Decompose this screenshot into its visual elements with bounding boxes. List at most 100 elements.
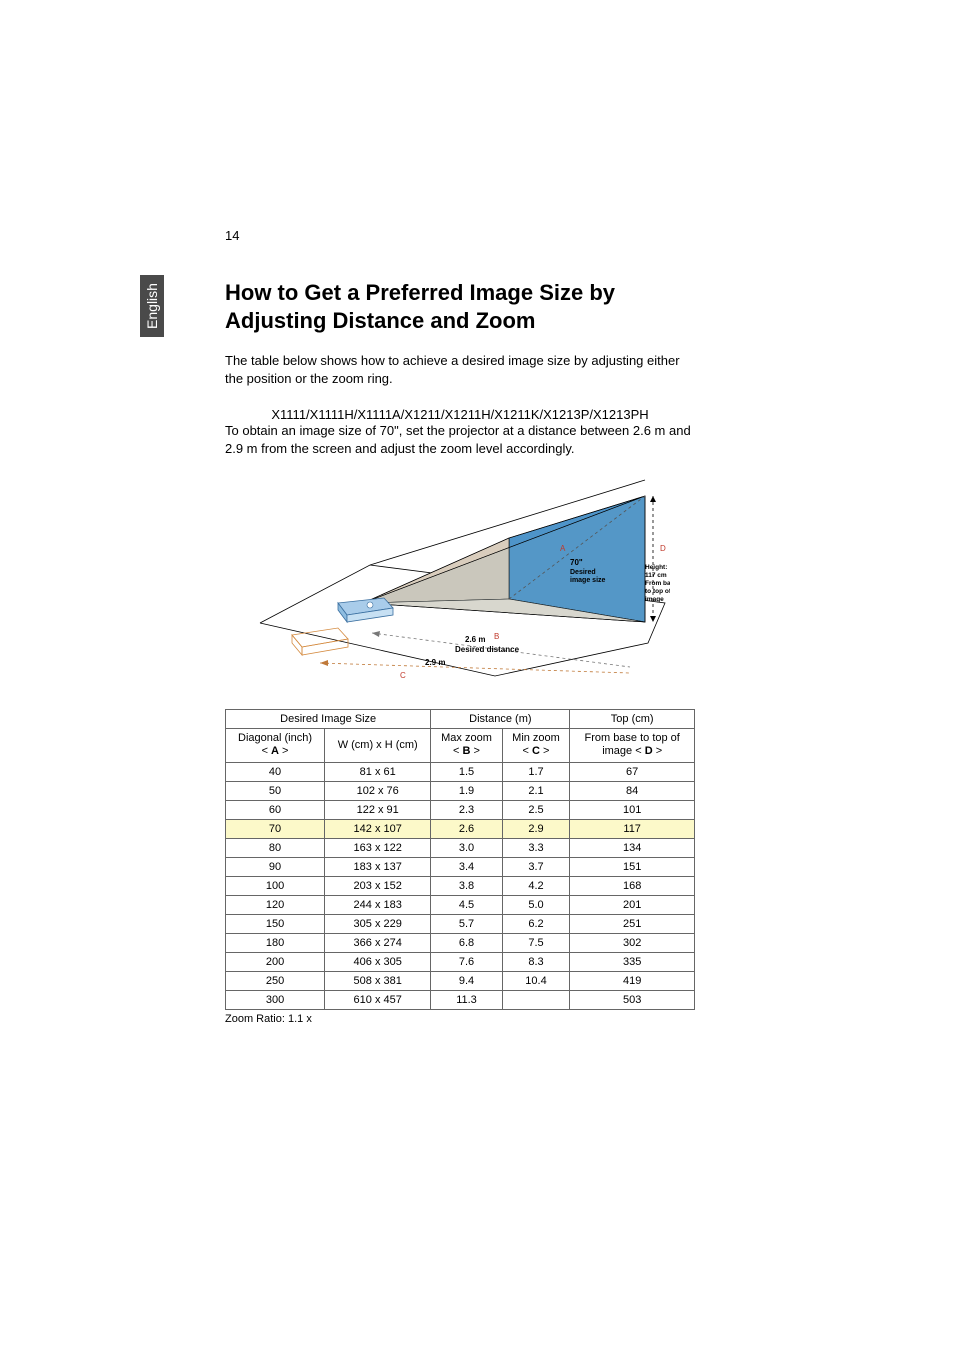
cell-top: 503	[570, 990, 695, 1009]
intro-text: The table below shows how to achieve a d…	[225, 352, 695, 387]
th-desired: Desired Image Size	[226, 710, 431, 729]
cell-min: 10.4	[502, 971, 570, 990]
cell-min: 7.5	[502, 933, 570, 952]
label-b: B	[494, 632, 499, 641]
cell-wh: 508 x 381	[325, 971, 431, 990]
example-text: To obtain an image size of 70", set the …	[225, 422, 695, 457]
table-row: 180366 x 2746.87.5302	[226, 933, 695, 952]
cell-wh: 122 x 91	[325, 800, 431, 819]
language-label: English	[144, 283, 160, 329]
cell-max: 1.5	[431, 762, 502, 781]
cell-min: 8.3	[502, 952, 570, 971]
th-top: Top (cm)	[570, 710, 695, 729]
projector-icon	[338, 598, 393, 622]
label-desired-image-1: Desired	[570, 569, 596, 576]
cell-d: 180	[226, 933, 325, 952]
cell-top: 168	[570, 876, 695, 895]
cell-top: 419	[570, 971, 695, 990]
table-row: 4081 x 611.51.767	[226, 762, 695, 781]
cell-min: 6.2	[502, 914, 570, 933]
cell-wh: 102 x 76	[325, 781, 431, 800]
cell-wh: 366 x 274	[325, 933, 431, 952]
table-body: 4081 x 611.51.76750102 x 761.92.18460122…	[226, 762, 695, 1009]
cell-top: 302	[570, 933, 695, 952]
cell-wh: 406 x 305	[325, 952, 431, 971]
height-2: 117 cm	[645, 572, 667, 579]
cell-max: 5.7	[431, 914, 502, 933]
language-tab: English	[140, 275, 164, 337]
cell-d: 100	[226, 876, 325, 895]
table-head: Desired Image Size Distance (m) Top (cm)…	[226, 710, 695, 762]
table-row: 100203 x 1523.84.2168	[226, 876, 695, 895]
zoom-ratio: Zoom Ratio: 1.1 x	[225, 1013, 695, 1025]
cell-d: 80	[226, 838, 325, 857]
table-row: 70142 x 1072.62.9117	[226, 819, 695, 838]
cell-top: 251	[570, 914, 695, 933]
cell-min: 3.3	[502, 838, 570, 857]
cell-d: 250	[226, 971, 325, 990]
desired-distance: Desired distance	[455, 645, 520, 654]
th-min: Min zoom< C >	[502, 729, 570, 762]
cell-wh: 610 x 457	[325, 990, 431, 1009]
cell-top: 84	[570, 781, 695, 800]
cell-wh: 183 x 137	[325, 857, 431, 876]
table-row: 250508 x 3819.410.4419	[226, 971, 695, 990]
cell-max: 4.5	[431, 895, 502, 914]
cell-wh: 203 x 152	[325, 876, 431, 895]
cell-wh: 244 x 183	[325, 895, 431, 914]
cell-top: 134	[570, 838, 695, 857]
cell-wh: 305 x 229	[325, 914, 431, 933]
th-wh: W (cm) x H (cm)	[325, 729, 431, 762]
cell-d: 90	[226, 857, 325, 876]
cell-d: 200	[226, 952, 325, 971]
cell-wh: 142 x 107	[325, 819, 431, 838]
cell-top: 101	[570, 800, 695, 819]
table-row: 90183 x 1373.43.7151	[226, 857, 695, 876]
cell-max: 3.8	[431, 876, 502, 895]
table-row: 120244 x 1834.55.0201	[226, 895, 695, 914]
label-a: A	[560, 544, 566, 553]
th-distance: Distance (m)	[431, 710, 570, 729]
table-row: 80163 x 1223.03.3134	[226, 838, 695, 857]
model-list: X1111/X1111H/X1111A/X1211/X1211H/X1211K/…	[225, 407, 695, 422]
cell-d: 60	[226, 800, 325, 819]
cell-max: 3.4	[431, 857, 502, 876]
page-content: 14 How to Get a Preferred Image Size by …	[225, 228, 695, 1025]
table-row: 150305 x 2295.76.2251	[226, 914, 695, 933]
cell-d: 150	[226, 914, 325, 933]
cell-top: 117	[570, 819, 695, 838]
distance-table: Desired Image Size Distance (m) Top (cm)…	[225, 709, 695, 1009]
label-desired-image-2: image size	[570, 577, 606, 584]
cell-d: 120	[226, 895, 325, 914]
cell-d: 40	[226, 762, 325, 781]
cell-min: 2.5	[502, 800, 570, 819]
table-row: 300610 x 45711.3 503	[226, 990, 695, 1009]
cell-min: 2.9	[502, 819, 570, 838]
table-row: 60122 x 912.32.5101	[226, 800, 695, 819]
table-row: 50102 x 761.92.184	[226, 781, 695, 800]
cell-top: 67	[570, 762, 695, 781]
page-heading: How to Get a Preferred Image Size by Adj…	[225, 279, 695, 334]
cell-max: 2.3	[431, 800, 502, 819]
cell-min	[502, 990, 570, 1009]
label-c: C	[400, 671, 406, 680]
cell-max: 7.6	[431, 952, 502, 971]
cell-max: 6.8	[431, 933, 502, 952]
cell-max: 11.3	[431, 990, 502, 1009]
label-d: D	[660, 544, 666, 553]
b-value: 2.6 m	[465, 635, 485, 644]
height-3: From base	[645, 580, 670, 587]
cell-min: 4.2	[502, 876, 570, 895]
cell-min: 5.0	[502, 895, 570, 914]
cell-max: 9.4	[431, 971, 502, 990]
cell-d: 300	[226, 990, 325, 1009]
cell-max: 1.9	[431, 781, 502, 800]
height-1: Height:	[645, 564, 667, 571]
cell-max: 2.6	[431, 819, 502, 838]
cell-min: 1.7	[502, 762, 570, 781]
cell-min: 3.7	[502, 857, 570, 876]
cell-wh: 81 x 61	[325, 762, 431, 781]
cell-d: 50	[226, 781, 325, 800]
table-row: 200406 x 3057.68.3335	[226, 952, 695, 971]
cell-top: 201	[570, 895, 695, 914]
